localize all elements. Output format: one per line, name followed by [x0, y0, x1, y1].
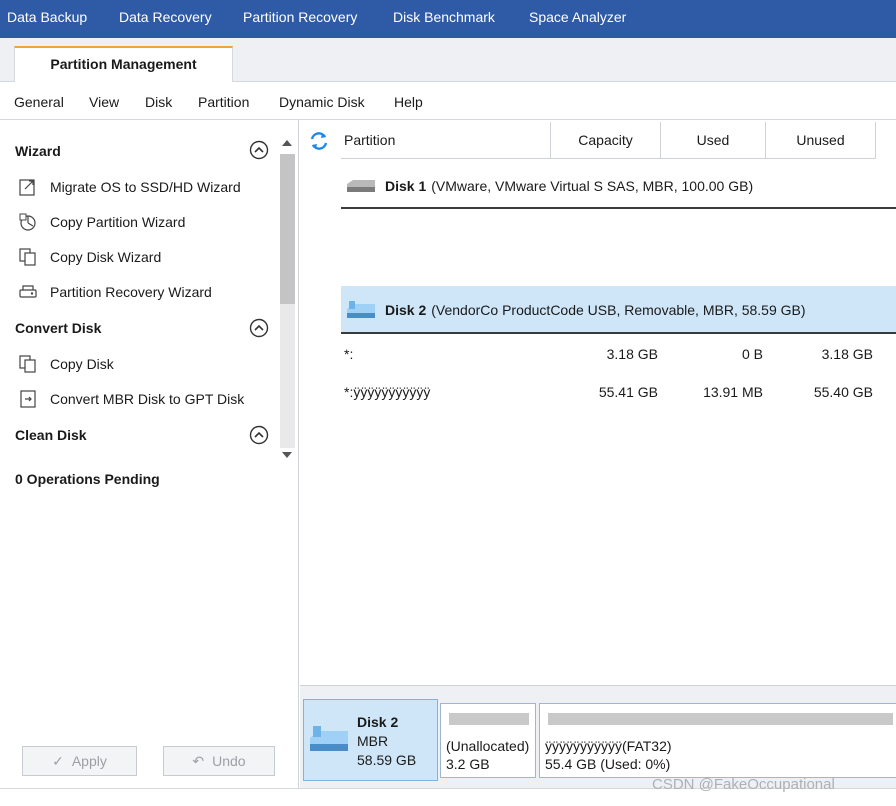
disk-map-disk-name: Disk 2	[357, 714, 399, 730]
migrate-os-wizard[interactable]: Migrate OS to SSD/HD Wizard	[18, 175, 241, 199]
disk-map-disk-type: MBR	[357, 733, 389, 749]
copy-disk-icon	[19, 248, 36, 266]
column-header-partition[interactable]: Partition	[341, 122, 551, 159]
action-panel: Wizard Migrate OS to SSD/HD Wizard Copy …	[0, 120, 299, 788]
unallocated-label: (Unallocated)	[446, 738, 530, 754]
nav-disk-benchmark[interactable]: Disk Benchmark	[393, 0, 495, 34]
nav-data-recovery[interactable]: Data Recovery	[119, 0, 212, 34]
disk-1-separator	[341, 207, 896, 209]
watermark: CSDN @FakeOccupational	[652, 776, 835, 793]
partition-recovery-wizard[interactable]: Partition Recovery Wizard	[18, 280, 212, 304]
tab-partition-management[interactable]: Partition Management	[14, 46, 233, 83]
partition-unused: 3.18 GB	[821, 346, 873, 362]
top-navigation-bar: Data Backup Data Recovery Partition Reco…	[0, 0, 896, 38]
disk-1-row[interactable]: Disk 1 (VMware, VMware Virtual S SAS, MB…	[341, 163, 896, 209]
unallocated-usage-bar	[449, 713, 529, 725]
partition-unused: 55.40 GB	[813, 384, 873, 400]
nav-partition-recovery[interactable]: Partition Recovery	[243, 0, 357, 34]
copy-disk-wizard[interactable]: Copy Disk Wizard	[18, 245, 161, 269]
undo-button[interactable]: ↶ Undo	[163, 746, 275, 776]
checkmark-icon: ✓	[52, 752, 64, 769]
wizard-heading: Wizard	[15, 143, 61, 159]
copy-partition-label: Copy Partition Wizard	[50, 214, 186, 230]
copy-disk-icon	[19, 355, 36, 373]
menu-disk[interactable]: Disk	[145, 82, 172, 122]
menu-help[interactable]: Help	[394, 82, 423, 122]
copy-partition-icon	[19, 213, 36, 231]
partition-used: 13.91 MB	[703, 384, 763, 400]
menu-general[interactable]: General	[14, 82, 64, 122]
collapse-clean-disk-icon[interactable]	[249, 425, 269, 445]
partition-name: *:	[344, 346, 354, 362]
convert-mbr-to-gpt-action[interactable]: Convert MBR Disk to GPT Disk	[18, 387, 244, 411]
hard-disk-icon	[347, 180, 375, 192]
migrate-os-label: Migrate OS to SSD/HD Wizard	[50, 179, 241, 195]
disk-map-partition-fat32[interactable]: ÿÿÿÿÿÿÿÿÿÿÿ(FAT32) 55.4 GB (Used: 0%)	[539, 703, 896, 778]
disk-2-separator	[341, 332, 896, 334]
usb-disk-icon	[310, 726, 348, 751]
copy-partition-wizard[interactable]: Copy Partition Wizard	[18, 210, 185, 234]
column-header-used[interactable]: Used	[661, 122, 766, 159]
apply-button[interactable]: ✓ Apply	[22, 746, 137, 776]
disk-map-disk-2[interactable]: Disk 2 MBR 58.59 GB	[303, 699, 438, 781]
copy-disk-action[interactable]: Copy Disk	[18, 352, 114, 376]
disk-1-name: Disk 1	[385, 178, 427, 194]
nav-data-backup[interactable]: Data Backup	[7, 0, 87, 34]
disk-2-name: Disk 2	[385, 302, 427, 318]
convert-disk-icon	[20, 390, 36, 408]
usb-disk-icon	[347, 301, 375, 318]
column-header-capacity[interactable]: Capacity	[551, 122, 661, 159]
partition-capacity: 55.41 GB	[598, 384, 658, 400]
partition-recovery-icon	[19, 285, 37, 298]
disk-map-partition-unallocated[interactable]: (Unallocated) 3.2 GB	[440, 703, 536, 778]
menu-dynamic-disk[interactable]: Dynamic Disk	[279, 82, 365, 122]
disk-1-description: (VMware, VMware Virtual S SAS, MBR, 100.…	[431, 178, 754, 194]
fat32-label: ÿÿÿÿÿÿÿÿÿÿÿ(FAT32)	[545, 738, 672, 754]
partition-recovery-label: Partition Recovery Wizard	[50, 284, 212, 300]
collapse-wizard-icon[interactable]	[249, 140, 269, 160]
migrate-os-icon	[19, 179, 35, 196]
convert-disk-heading: Convert Disk	[15, 320, 102, 336]
menu-view[interactable]: View	[89, 82, 119, 122]
convert-mbr-gpt-label: Convert MBR Disk to GPT Disk	[50, 391, 245, 407]
fat32-size: 55.4 GB (Used: 0%)	[545, 756, 671, 772]
clean-disk-heading: Clean Disk	[15, 427, 87, 443]
apply-label: Apply	[71, 753, 107, 769]
disk-map-disk-size: 58.59 GB	[357, 752, 417, 768]
scroll-down-icon[interactable]	[282, 452, 292, 458]
nav-space-analyzer[interactable]: Space Analyzer	[529, 0, 626, 34]
unallocated-size: 3.2 GB	[446, 756, 490, 772]
copy-disk-wizard-label: Copy Disk Wizard	[50, 249, 162, 265]
menu-bar: General View Disk Partition Dynamic Disk…	[0, 82, 896, 120]
disk-map: Disk 2 MBR 58.59 GB (Unallocated) 3.2 GB…	[300, 685, 896, 788]
tab-strip: Partition Management	[0, 38, 896, 83]
partition-capacity: 3.18 GB	[606, 346, 658, 362]
refresh-icon[interactable]	[308, 130, 330, 152]
undo-arrow-icon: ↶	[192, 752, 205, 769]
column-header-unused[interactable]: Unused	[766, 122, 876, 159]
disk-2-row[interactable]: Disk 2 (VendorCo ProductCode USB, Remova…	[341, 286, 896, 334]
operations-pending: 0 Operations Pending	[15, 471, 160, 487]
collapse-convert-disk-icon[interactable]	[249, 318, 269, 338]
partition-used: 0 B	[741, 346, 763, 362]
fat32-usage-bar	[548, 713, 893, 725]
copy-disk-label: Copy Disk	[50, 356, 114, 372]
action-panel-scrollbar[interactable]	[278, 134, 297, 462]
partition-row[interactable]: *:ÿÿÿÿÿÿÿÿÿÿÿ 55.41 GB 13.91 MB 55.40 GB	[341, 380, 896, 408]
disk-2-description: (VendorCo ProductCode USB, Removable, MB…	[431, 302, 806, 318]
scroll-up-icon[interactable]	[282, 140, 292, 146]
undo-label: Undo	[212, 753, 246, 769]
partition-table: Partition Capacity Used Unused Disk 1 (V…	[300, 120, 896, 700]
partition-row[interactable]: *: 3.18 GB 0 B 3.18 GB	[341, 342, 896, 370]
scroll-thumb[interactable]	[280, 154, 295, 304]
partition-name: *:ÿÿÿÿÿÿÿÿÿÿÿ	[344, 384, 431, 400]
menu-partition[interactable]: Partition	[198, 82, 249, 122]
